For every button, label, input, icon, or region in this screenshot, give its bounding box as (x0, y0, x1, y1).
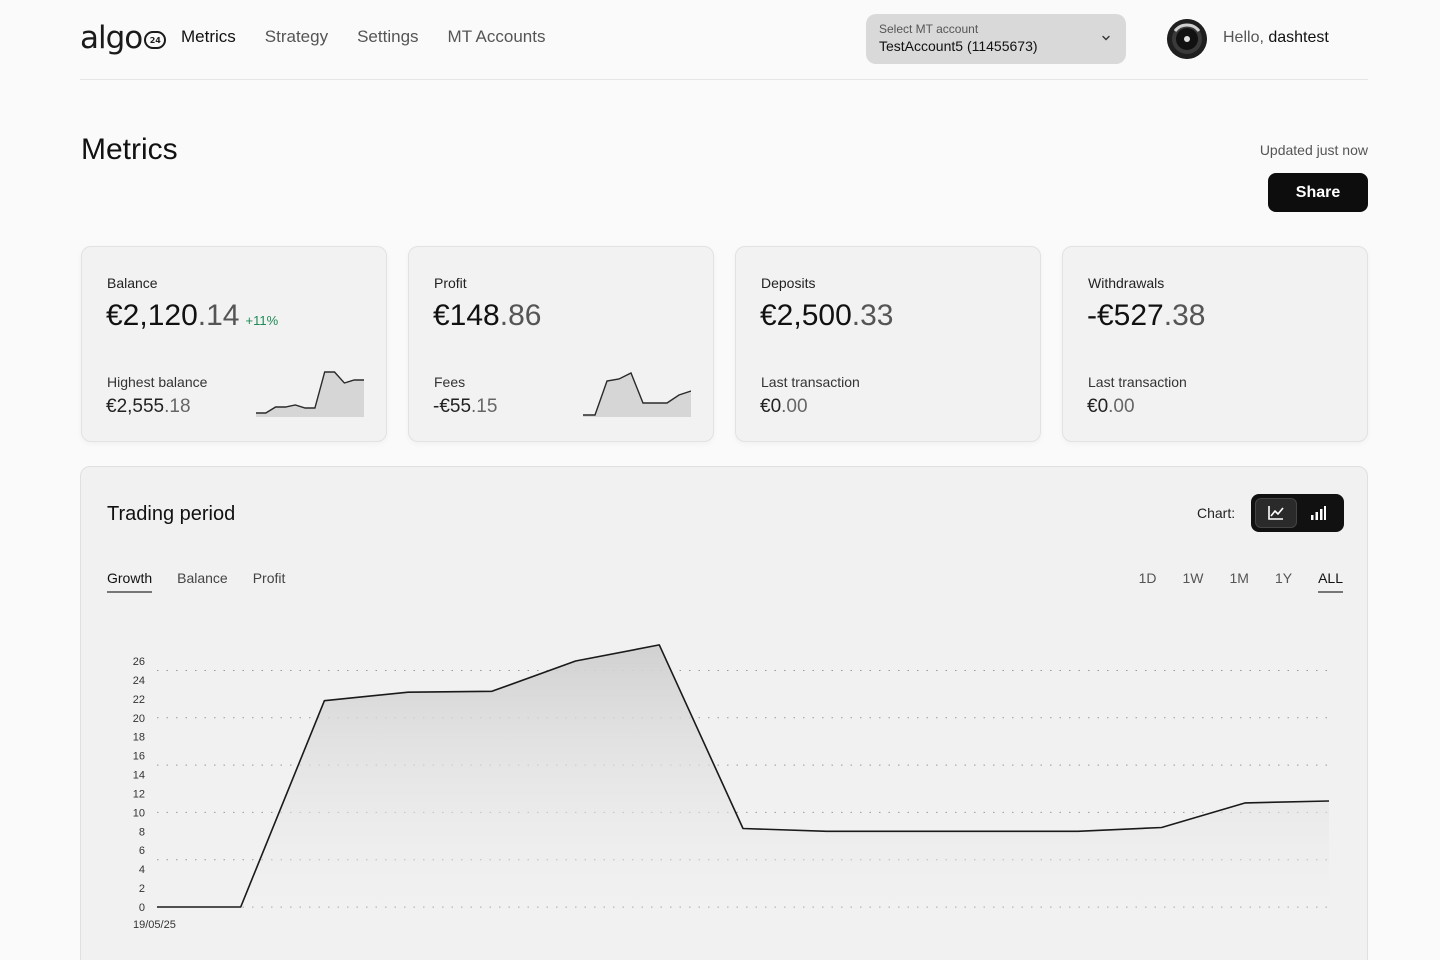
y-tick-label: 12 (133, 788, 145, 800)
nav-settings[interactable]: Settings (357, 27, 418, 47)
balance-card: Balance €2,120.14 +11% Highest balance €2… (81, 246, 387, 442)
last-withdrawal-value: €0.00 (1087, 396, 1135, 417)
growth-area (157, 644, 1329, 907)
y-tick-label: 22 (133, 694, 145, 706)
withdrawals-value: -€527.38 (1087, 299, 1206, 332)
y-tick-label: 0 (139, 902, 145, 914)
y-tick-label: 20 (133, 713, 145, 725)
fees-value: -€55.15 (433, 396, 498, 417)
avatar[interactable] (1167, 19, 1207, 59)
mt-account-select[interactable]: Select MT account TestAccount5 (11455673… (866, 14, 1126, 64)
account-select-label: Select MT account (879, 22, 979, 36)
card-sublabel: Fees (434, 374, 466, 390)
withdrawals-card: Withdrawals -€527.38 Last transaction €0… (1062, 246, 1368, 442)
y-tick-label: 8 (139, 826, 145, 838)
y-tick-label: 10 (133, 807, 145, 819)
card-sublabel: Highest balance (107, 374, 208, 390)
growth-chart: 0246810121416182022242619/05/25 (133, 644, 1330, 931)
sparkline-area (583, 373, 691, 417)
logo-badge: 24 (144, 31, 167, 49)
main-nav: Metrics Strategy Settings MT Accounts (181, 27, 574, 47)
y-tick-label: 2 (139, 883, 145, 895)
page-title: Metrics (81, 133, 178, 166)
top-nav-bar: algo 24 Metrics Strategy Settings MT Acc… (80, 0, 1368, 80)
card-label: Profit (434, 275, 467, 291)
account-select-value: TestAccount5 (11455673) (879, 38, 1038, 54)
card-label: Balance (107, 275, 158, 291)
profit-value: €148.86 (433, 299, 542, 332)
balance-value: €2,120.14 +11% (106, 299, 279, 332)
y-tick-label: 26 (133, 656, 145, 668)
balance-change-badge: +11% (245, 313, 279, 328)
trading-period-panel: Trading period Chart: Growth Balance Pro… (80, 466, 1368, 960)
y-tick-label: 4 (139, 864, 145, 876)
sparkline-area (256, 372, 364, 417)
deposits-card: Deposits €2,500.33 Last transaction €0.0… (735, 246, 1041, 442)
logo-text: algo (80, 19, 143, 56)
card-sublabel: Last transaction (1088, 374, 1187, 390)
card-label: Deposits (761, 275, 816, 291)
balance-sparkline (256, 371, 364, 417)
x-tick-label: 19/05/25 (133, 919, 176, 931)
last-deposit-value: €0.00 (760, 396, 808, 417)
algo24-logo[interactable]: algo 24 (80, 18, 167, 58)
nav-mt-accounts[interactable]: MT Accounts (448, 27, 546, 47)
y-tick-label: 14 (133, 770, 145, 782)
y-tick-label: 24 (133, 675, 145, 687)
updated-status: Updated just now (1259, 142, 1368, 158)
share-button[interactable]: Share (1268, 173, 1368, 212)
highest-balance-value: €2,555.18 (106, 396, 191, 417)
y-tick-label: 16 (133, 751, 145, 763)
y-tick-label: 18 (133, 732, 145, 744)
profit-card: Profit €148.86 Fees -€55.15 (408, 246, 714, 442)
username: dashtest (1268, 29, 1329, 46)
card-label: Withdrawals (1088, 275, 1165, 291)
card-sublabel: Last transaction (761, 374, 860, 390)
greeting-text: Hello, (1223, 29, 1264, 46)
avatar-image (1167, 19, 1207, 59)
y-tick-label: 6 (139, 845, 145, 857)
user-greeting: Hello, dashtest (1223, 29, 1329, 47)
chevron-down-icon (1102, 35, 1110, 41)
deposits-value: €2,500.33 (760, 299, 894, 332)
profit-sparkline (583, 372, 691, 417)
nav-metrics[interactable]: Metrics (181, 27, 236, 47)
nav-strategy[interactable]: Strategy (265, 27, 328, 47)
